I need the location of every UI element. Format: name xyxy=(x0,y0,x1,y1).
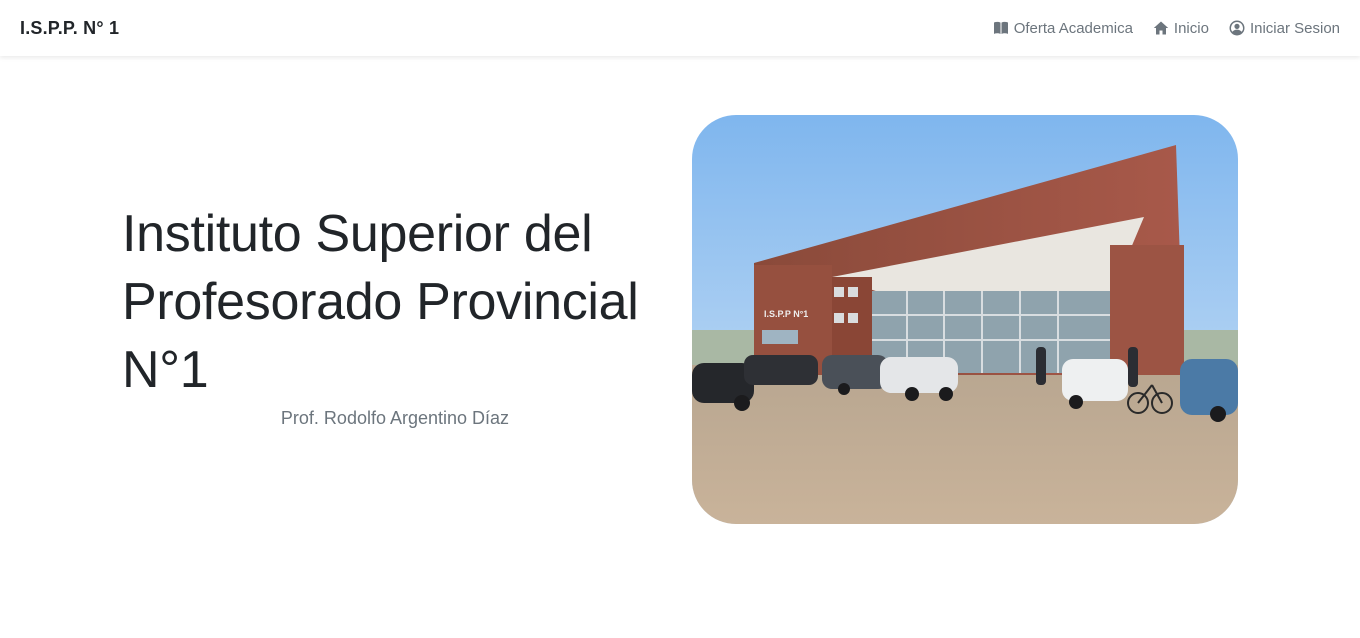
hero-text: Instituto Superior del Profesorado Provi… xyxy=(122,200,642,404)
hero-title: Instituto Superior del Profesorado Provi… xyxy=(122,200,642,404)
book-icon xyxy=(993,20,1009,36)
nav-link-label: Inicio xyxy=(1173,19,1209,37)
building-illustration: I.S.P.P N°1 xyxy=(692,115,1238,524)
building-photo: I.S.P.P N°1 xyxy=(692,115,1238,524)
brand-link[interactable]: I.S.P.P. N° 1 xyxy=(20,18,119,39)
user-circle-icon xyxy=(1229,20,1245,36)
building-sign: I.S.P.P N°1 xyxy=(764,309,808,319)
nav-link-oferta-academica[interactable]: Oferta Academica xyxy=(993,20,1133,37)
hero-title-line: Instituto Superior del xyxy=(122,205,593,263)
nav-link-label: Iniciar Sesion xyxy=(1249,19,1340,37)
nav-link-label: Oferta Academica xyxy=(1013,19,1133,37)
hero-title-line: N°1 xyxy=(122,341,209,399)
hero-title-line: Profesorado Provincial xyxy=(122,273,639,331)
nav-link-inicio[interactable]: Inicio xyxy=(1153,20,1209,37)
navbar: I.S.P.P. N° 1 Oferta Academica Inicio In… xyxy=(0,0,1360,56)
nav-link-iniciar-sesion[interactable]: Iniciar Sesion xyxy=(1229,20,1340,37)
hero-subtitle: Prof. Rodolfo Argentino Díaz xyxy=(280,408,510,428)
home-icon xyxy=(1153,20,1169,36)
nav-links: Oferta Academica Inicio Iniciar Sesion xyxy=(993,20,1340,37)
